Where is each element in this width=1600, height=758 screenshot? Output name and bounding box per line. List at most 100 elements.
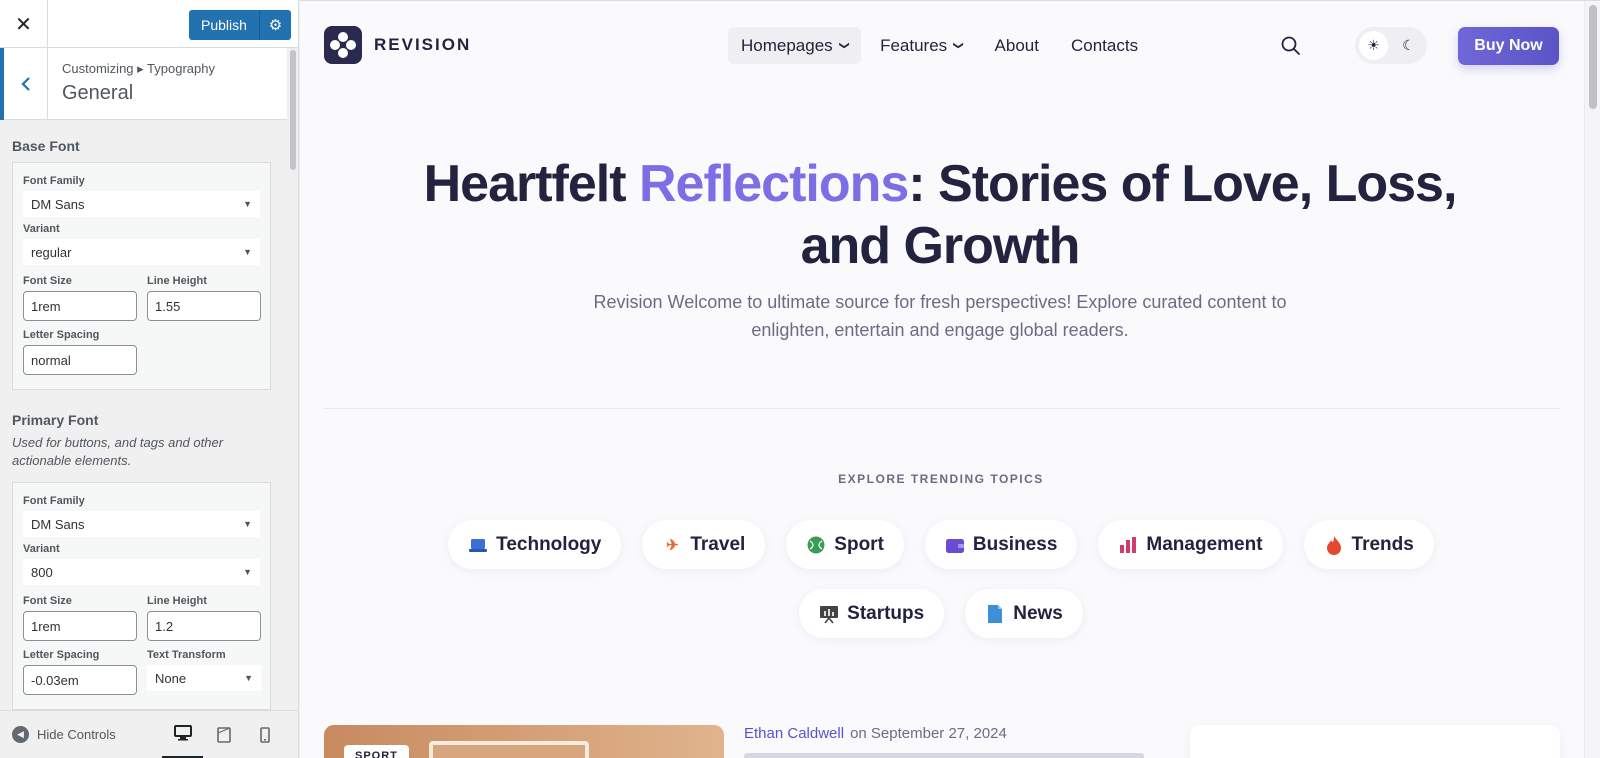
base-font-size-input[interactable]: 1rem bbox=[23, 291, 137, 321]
nav-label: Features bbox=[880, 35, 948, 55]
section-title: General bbox=[62, 82, 134, 104]
nav-item-features[interactable]: Features ❯ bbox=[867, 27, 975, 64]
site-logo[interactable]: REVISION bbox=[324, 26, 471, 64]
scrollbar-thumb[interactable] bbox=[290, 50, 296, 170]
base-line-height-input[interactable]: 1.55 bbox=[147, 291, 261, 321]
variant-label: Variant bbox=[23, 223, 60, 235]
moon-icon[interactable]: ☾ bbox=[1394, 31, 1423, 60]
primary-font-size-input[interactable]: 1rem bbox=[23, 611, 137, 641]
gear-icon: ⚙ bbox=[268, 17, 283, 34]
line-height-label: Line Height bbox=[147, 275, 207, 287]
font-family-label: Font Family bbox=[23, 175, 85, 187]
publish-settings-button[interactable]: ⚙ bbox=[258, 10, 291, 40]
nav-item-homepages[interactable]: Homepages ❯ bbox=[728, 27, 862, 64]
topic-startups[interactable]: Startups bbox=[799, 589, 945, 638]
caret-down-icon: ▼ bbox=[244, 673, 253, 683]
scrollbar-thumb[interactable] bbox=[1589, 5, 1597, 109]
close-icon: ✕ bbox=[15, 13, 32, 36]
presentation-icon bbox=[819, 604, 839, 624]
topic-business[interactable]: Business bbox=[924, 520, 1078, 569]
mobile-icon bbox=[259, 726, 270, 743]
customizer-sidebar: ✕ Publish ⚙ Customizing ▸ Typography Gen… bbox=[0, 0, 299, 758]
caret-down-icon: ▼ bbox=[243, 519, 252, 529]
section-header: Customizing ▸ Typography General bbox=[0, 48, 287, 120]
select-value: None bbox=[155, 670, 187, 686]
thumbnail-frame bbox=[429, 741, 589, 758]
primary-font-title: Primary Font bbox=[12, 412, 99, 428]
sidebar-scrollbar[interactable] bbox=[287, 48, 298, 710]
topic-technology[interactable]: Technology bbox=[448, 520, 622, 569]
topic-label: Management bbox=[1146, 533, 1263, 555]
theme-toggle[interactable]: ☀ ☾ bbox=[1355, 27, 1427, 64]
post-tag[interactable]: SPORT bbox=[344, 745, 409, 758]
airplane-icon: ✈ bbox=[666, 536, 679, 554]
topic-trends[interactable]: Trends bbox=[1303, 520, 1434, 569]
base-letter-spacing-input[interactable]: normal bbox=[23, 345, 137, 375]
topic-news[interactable]: News bbox=[965, 589, 1083, 638]
topic-sport[interactable]: Sport bbox=[786, 520, 904, 569]
fire-icon bbox=[1324, 535, 1344, 555]
desktop-icon bbox=[173, 725, 192, 741]
primary-font-family-select[interactable]: DM Sans ▼ bbox=[23, 511, 260, 537]
font-family-label: Font Family bbox=[23, 495, 85, 507]
topics-heading: EXPLORE TRENDING TOPICS bbox=[838, 472, 1044, 486]
bar-chart-icon bbox=[1118, 535, 1138, 555]
sun-icon[interactable]: ☀ bbox=[1359, 31, 1388, 60]
caret-down-icon: ▼ bbox=[243, 247, 252, 257]
primary-letter-spacing-input[interactable]: -0.03em bbox=[23, 665, 137, 695]
primary-line-height-input[interactable]: 1.2 bbox=[147, 611, 261, 641]
nav-label: About bbox=[994, 35, 1039, 55]
chevron-down-icon: ❯ bbox=[952, 41, 964, 50]
line-height-label: Line Height bbox=[147, 595, 207, 607]
base-font-panel: Font Family DM Sans ▼ Variant regular ▼ … bbox=[12, 162, 271, 390]
search-icon bbox=[1281, 36, 1300, 55]
nav-item-contacts[interactable]: Contacts bbox=[1058, 27, 1151, 64]
buy-now-button[interactable]: Buy Now bbox=[1458, 27, 1559, 65]
topic-label: Technology bbox=[496, 533, 602, 555]
base-font-family-select[interactable]: DM Sans ▼ bbox=[23, 191, 260, 217]
post-author[interactable]: Ethan Caldwell bbox=[744, 725, 844, 742]
hero-title-before: Heartfelt bbox=[423, 155, 639, 213]
sidebar-card bbox=[1190, 725, 1560, 758]
base-variant-select[interactable]: regular ▼ bbox=[23, 239, 260, 265]
collapse-icon: ◀ bbox=[12, 726, 29, 743]
divider bbox=[324, 408, 1560, 409]
nav-item-about[interactable]: About bbox=[982, 27, 1052, 64]
topic-management[interactable]: Management bbox=[1098, 520, 1283, 569]
nav-label: Contacts bbox=[1070, 35, 1139, 55]
topic-label: News bbox=[1013, 602, 1063, 624]
letter-spacing-label: Letter Spacing bbox=[23, 329, 100, 341]
primary-text-transform-select[interactable]: None ▼ bbox=[147, 665, 261, 691]
hide-controls-button[interactable]: ◀ Hide Controls bbox=[12, 726, 116, 743]
hero-title: Heartfelt Reflections: Stories of Love, … bbox=[410, 153, 1470, 277]
back-button[interactable] bbox=[0, 48, 48, 120]
mobile-preview-button[interactable] bbox=[244, 711, 285, 758]
base-font-title: Base Font bbox=[12, 138, 80, 154]
customizer-footer: ◀ Hide Controls bbox=[0, 710, 298, 758]
wallet-icon bbox=[945, 535, 965, 555]
topic-travel[interactable]: ✈ Travel bbox=[642, 520, 766, 569]
desktop-preview-button[interactable] bbox=[162, 711, 203, 758]
topics-row-2: Startups News bbox=[300, 589, 1582, 638]
primary-variant-select[interactable]: 800 ▼ bbox=[23, 559, 260, 585]
primary-font-description: Used for buttons, and tags and other act… bbox=[12, 435, 224, 468]
nav-label: Homepages bbox=[741, 35, 833, 55]
preview-scrollbar[interactable] bbox=[1584, 1, 1600, 758]
customizer-header: ✕ Publish ⚙ bbox=[0, 0, 298, 48]
letter-spacing-label: Letter Spacing bbox=[23, 649, 100, 661]
topic-label: Business bbox=[972, 533, 1058, 555]
topic-label: Trends bbox=[1351, 533, 1414, 555]
document-icon bbox=[985, 604, 1005, 624]
tablet-preview-button[interactable] bbox=[203, 711, 244, 758]
select-value: regular bbox=[31, 244, 72, 260]
laptop-icon bbox=[468, 535, 488, 555]
primary-font-panel: Font Family DM Sans ▼ Variant 800 ▼ Font… bbox=[12, 482, 271, 710]
breadcrumb: Customizing ▸ Typography bbox=[62, 61, 215, 76]
post-meta: Ethan Caldwell on September 27, 2024 bbox=[744, 725, 1007, 742]
post-thumbnail[interactable]: SPORT bbox=[324, 725, 724, 758]
search-button[interactable] bbox=[1280, 35, 1302, 57]
chevron-down-icon: ❯ bbox=[838, 41, 850, 50]
publish-button[interactable]: Publish bbox=[189, 10, 259, 40]
close-customizer-button[interactable]: ✕ bbox=[0, 0, 48, 48]
select-value: DM Sans bbox=[31, 516, 85, 532]
